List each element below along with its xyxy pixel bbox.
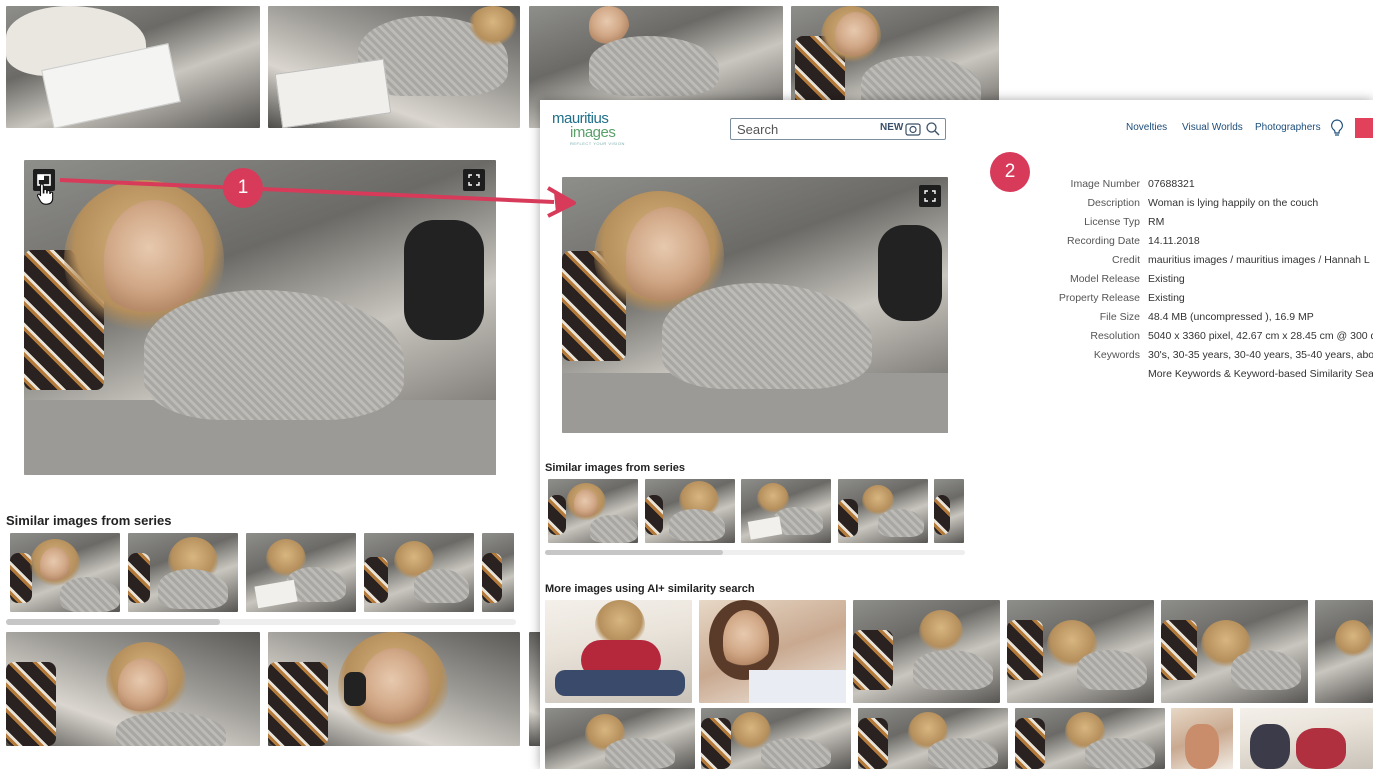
search-icon[interactable] bbox=[925, 121, 941, 137]
series-scrollbar-thumb[interactable] bbox=[545, 550, 723, 555]
ai-result-image[interactable] bbox=[1161, 600, 1308, 703]
detail-value: Woman is lying happily on the couch bbox=[1148, 197, 1319, 209]
nav-novelties[interactable]: Novelties bbox=[1126, 122, 1167, 133]
detail-label: Credit bbox=[1111, 254, 1140, 266]
detail-value: 07688321 bbox=[1148, 178, 1195, 190]
ai-result-image[interactable] bbox=[1015, 708, 1165, 769]
series-thumbnail[interactable] bbox=[838, 479, 928, 543]
new-badge: NEW bbox=[880, 122, 904, 133]
series-thumbnail[interactable] bbox=[482, 533, 514, 612]
hand-cursor-icon bbox=[36, 183, 54, 205]
main-image[interactable] bbox=[24, 160, 496, 475]
callout-badge-1: 1 bbox=[223, 168, 263, 208]
detail-label: Resolution bbox=[1090, 330, 1140, 342]
detail-value: Existing bbox=[1148, 292, 1185, 304]
detail-image[interactable] bbox=[562, 177, 948, 433]
fullscreen-button[interactable] bbox=[463, 169, 485, 191]
detail-label: Description bbox=[1087, 197, 1140, 209]
site-logo[interactable]: mauritius images REFLECT YOUR VISION bbox=[552, 110, 632, 146]
series-thumbnail[interactable] bbox=[934, 479, 964, 543]
detail-value: 14.11.2018 bbox=[1148, 235, 1200, 247]
bulb-icon[interactable] bbox=[1329, 118, 1345, 138]
detail-value[interactable]: mauritius images / mauritius images / Ha… bbox=[1148, 254, 1373, 266]
ai-similarity-title: More images using AI+ similarity search bbox=[545, 583, 755, 595]
ai-result-image[interactable] bbox=[858, 708, 1008, 769]
ai-result-image[interactable] bbox=[1171, 708, 1233, 769]
search-input[interactable] bbox=[737, 121, 867, 138]
nav-visual-worlds[interactable]: Visual Worlds bbox=[1182, 122, 1243, 133]
detail-label: Property Release bbox=[1058, 292, 1140, 304]
detail-value: RM bbox=[1148, 216, 1165, 228]
callout-badge-2: 2 bbox=[990, 152, 1030, 192]
series-thumbnail[interactable] bbox=[741, 479, 831, 543]
ai-result-image[interactable] bbox=[699, 600, 846, 703]
detail-value: Existing bbox=[1148, 273, 1185, 285]
series-thumbnail[interactable] bbox=[128, 533, 238, 612]
thumbnail[interactable] bbox=[6, 632, 260, 746]
ai-result-image[interactable] bbox=[545, 708, 695, 769]
thumbnail[interactable] bbox=[268, 6, 520, 128]
detail-label: License Typ bbox=[1084, 216, 1140, 228]
detail-label: File Size bbox=[1099, 311, 1140, 323]
series-thumbnail[interactable] bbox=[246, 533, 356, 612]
detail-label: Model Release bbox=[1069, 273, 1140, 285]
fullscreen-icon bbox=[924, 190, 936, 202]
detail-value: 5040 x 3360 pixel, 42.67 cm x 28.45 cm @… bbox=[1148, 330, 1373, 342]
ai-result-image[interactable] bbox=[701, 708, 851, 769]
detail-label: Keywords bbox=[1093, 349, 1140, 361]
ai-result-image[interactable] bbox=[545, 600, 692, 703]
thumbnail[interactable] bbox=[6, 6, 260, 128]
camera-icon[interactable] bbox=[905, 122, 921, 136]
account-tab[interactable] bbox=[1355, 118, 1373, 138]
thumbnail[interactable] bbox=[268, 632, 520, 746]
keywords-value[interactable]: 30's, 30-35 years, 30-40 years, 35-40 ye… bbox=[1148, 349, 1373, 361]
ai-result-image[interactable] bbox=[1007, 600, 1154, 703]
more-keywords-link[interactable]: More Keywords & Keyword-based Similarity… bbox=[1148, 368, 1373, 380]
ai-result-image[interactable] bbox=[853, 600, 1000, 703]
nav-photographers[interactable]: Photographers bbox=[1255, 122, 1321, 133]
series-thumbnail[interactable] bbox=[364, 533, 474, 612]
similar-series-title: Similar images from series bbox=[545, 462, 686, 474]
search-bar: NEW bbox=[730, 118, 946, 140]
series-thumbnail[interactable] bbox=[645, 479, 735, 543]
detail-label: Recording Date bbox=[1067, 235, 1140, 247]
ai-result-image[interactable] bbox=[1315, 600, 1373, 703]
fullscreen-button[interactable] bbox=[919, 185, 941, 207]
fullscreen-icon bbox=[468, 174, 480, 186]
detail-window: mauritius images REFLECT YOUR VISION NEW… bbox=[540, 100, 1373, 769]
series-thumbnail[interactable] bbox=[10, 533, 120, 612]
series-thumbnail[interactable] bbox=[548, 479, 638, 543]
series-scrollbar-thumb[interactable] bbox=[6, 619, 220, 625]
detail-value: 48.4 MB (uncompressed ), 16.9 MP bbox=[1148, 311, 1314, 323]
similar-series-title: Similar images from series bbox=[6, 513, 172, 528]
ai-result-image[interactable] bbox=[1240, 708, 1373, 769]
